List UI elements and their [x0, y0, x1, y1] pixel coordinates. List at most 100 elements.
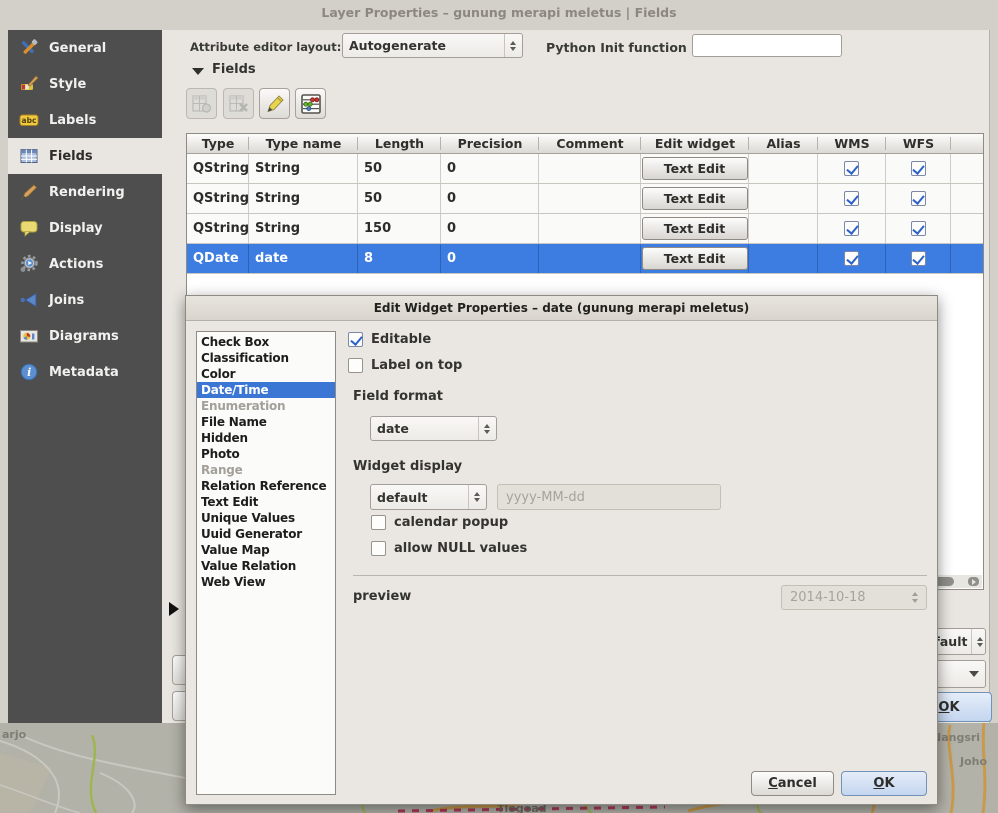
- cell-type[interactable]: QDate: [187, 244, 249, 273]
- sidebar-item-metadata[interactable]: i Metadata: [8, 354, 162, 390]
- cell-type-name[interactable]: date: [249, 244, 358, 273]
- toggle-editing-button[interactable]: [259, 88, 290, 119]
- wms-checkbox[interactable]: [844, 161, 859, 176]
- cell-type-name[interactable]: String: [249, 184, 358, 213]
- table-row-selected[interactable]: QDate date 8 0 Text Edit: [187, 244, 983, 274]
- widget-type-item[interactable]: Classification: [197, 350, 335, 366]
- edit-widget-button[interactable]: Text Edit: [642, 217, 748, 240]
- attribute-editor-layout-label: Attribute editor layout:: [190, 40, 341, 54]
- field-format-select[interactable]: date: [370, 416, 497, 441]
- column-header-type-name[interactable]: Type name: [249, 134, 358, 153]
- widget-type-item[interactable]: Uuid Generator: [197, 526, 335, 542]
- cell-precision[interactable]: 0: [441, 154, 539, 183]
- wms-checkbox[interactable]: [844, 251, 859, 266]
- edit-widget-dialog-title[interactable]: Edit Widget Properties – date (gunung me…: [186, 296, 937, 321]
- cell-length[interactable]: 50: [358, 184, 441, 213]
- sidebar-item-labels[interactable]: abc Labels: [8, 102, 162, 138]
- new-column-button[interactable]: [186, 88, 217, 119]
- widget-type-item[interactable]: File Name: [197, 414, 335, 430]
- column-header-wfs[interactable]: WFS: [886, 134, 951, 153]
- calendar-popup-checkbox[interactable]: [371, 515, 386, 530]
- cell-length[interactable]: 150: [358, 214, 441, 243]
- cell-type-name[interactable]: String: [249, 154, 358, 183]
- wms-checkbox[interactable]: [844, 221, 859, 236]
- sidebar-item-style[interactable]: Style: [8, 66, 162, 102]
- wfs-checkbox[interactable]: [911, 191, 926, 206]
- edit-widget-properties-dialog: Edit Widget Properties – date (gunung me…: [185, 295, 938, 805]
- widget-type-item[interactable]: Value Relation: [197, 558, 335, 574]
- cell-type[interactable]: QString: [187, 214, 249, 243]
- sidebar-item-general[interactable]: General: [8, 30, 162, 66]
- edit-widget-button[interactable]: Text Edit: [642, 247, 748, 270]
- spinner-arrows-icon: [504, 34, 516, 57]
- allow-null-checkbox[interactable]: [371, 541, 386, 556]
- edit-widget-button[interactable]: Text Edit: [642, 157, 748, 180]
- editable-checkbox[interactable]: [348, 332, 363, 347]
- field-calculator-button[interactable]: [295, 88, 326, 119]
- widget-type-item[interactable]: Relation Reference: [197, 478, 335, 494]
- widget-type-item[interactable]: Text Edit: [197, 494, 335, 510]
- collapse-group-icon[interactable]: [192, 68, 204, 75]
- sidebar-item-display[interactable]: Display: [8, 210, 162, 246]
- cell-comment[interactable]: [539, 244, 641, 273]
- delete-column-button[interactable]: [223, 88, 254, 119]
- cell-comment[interactable]: [539, 154, 641, 183]
- table-row[interactable]: QString String 150 0 Text Edit: [187, 214, 983, 244]
- widget-type-item[interactable]: Check Box: [197, 334, 335, 350]
- column-header-type[interactable]: Type: [187, 134, 249, 153]
- widget-display-select[interactable]: default: [370, 484, 487, 510]
- table-row[interactable]: QString String 50 0 Text Edit: [187, 154, 983, 184]
- wms-checkbox[interactable]: [844, 191, 859, 206]
- sidebar-item-actions[interactable]: Actions: [8, 246, 162, 282]
- cell-type-name[interactable]: String: [249, 214, 358, 243]
- scrollbar-right-arrow[interactable]: [968, 577, 979, 586]
- sidebar-item-label: Metadata: [49, 365, 119, 380]
- cell-precision[interactable]: 0: [441, 244, 539, 273]
- widget-type-item[interactable]: Color: [197, 366, 335, 382]
- wfs-checkbox[interactable]: [911, 161, 926, 176]
- cell-type[interactable]: QString: [187, 184, 249, 213]
- column-header-wms[interactable]: WMS: [818, 134, 886, 153]
- column-header-precision[interactable]: Precision: [441, 134, 539, 153]
- sidebar-collapse-arrow[interactable]: [169, 602, 179, 616]
- wfs-checkbox[interactable]: [911, 251, 926, 266]
- column-header-length[interactable]: Length: [358, 134, 441, 153]
- cell-comment[interactable]: [539, 214, 641, 243]
- cell-length[interactable]: 50: [358, 154, 441, 183]
- display-format-field[interactable]: yyyy-MM-dd: [497, 484, 721, 510]
- cell-alias[interactable]: [749, 154, 818, 183]
- column-header-comment[interactable]: Comment: [539, 134, 641, 153]
- cancel-button[interactable]: Cancel: [751, 771, 834, 796]
- cell-alias[interactable]: [749, 214, 818, 243]
- cell-length[interactable]: 8: [358, 244, 441, 273]
- label-on-top-checkbox[interactable]: [348, 358, 363, 373]
- wfs-checkbox[interactable]: [911, 221, 926, 236]
- python-init-input[interactable]: [692, 34, 842, 57]
- widget-type-item-selected[interactable]: Date/Time: [197, 382, 335, 398]
- attribute-editor-layout-select[interactable]: Autogenerate: [342, 33, 523, 58]
- edit-widget-button[interactable]: Text Edit: [642, 187, 748, 210]
- sidebar-item-diagrams[interactable]: Diagrams: [8, 318, 162, 354]
- cell-comment[interactable]: [539, 184, 641, 213]
- widget-type-item[interactable]: Photo: [197, 446, 335, 462]
- cell-type[interactable]: QString: [187, 154, 249, 183]
- table-row[interactable]: QString String 50 0 Text Edit: [187, 184, 983, 214]
- widget-type-item[interactable]: Web View: [197, 574, 335, 590]
- cancel-mnemonic: C: [768, 776, 778, 791]
- window-title[interactable]: Layer Properties – gunung merapi meletus…: [0, 5, 998, 20]
- widget-type-item[interactable]: Unique Values: [197, 510, 335, 526]
- sidebar-item-rendering[interactable]: Rendering: [8, 174, 162, 210]
- cell-alias[interactable]: [749, 184, 818, 213]
- column-header-edit-widget[interactable]: Edit widget: [641, 134, 749, 153]
- sidebar-item-joins[interactable]: Joins: [8, 282, 162, 318]
- cell-precision[interactable]: 0: [441, 184, 539, 213]
- cell-precision[interactable]: 0: [441, 214, 539, 243]
- widget-type-item[interactable]: Value Map: [197, 542, 335, 558]
- ok-button[interactable]: OK: [841, 771, 927, 796]
- preview-spinbox[interactable]: 2014-10-18: [781, 585, 927, 610]
- column-header-alias[interactable]: Alias: [749, 134, 818, 153]
- cell-edit-widget: Text Edit: [641, 154, 749, 183]
- sidebar-item-fields[interactable]: Fields: [8, 138, 162, 174]
- widget-type-item[interactable]: Hidden: [197, 430, 335, 446]
- cell-alias[interactable]: [749, 244, 818, 273]
